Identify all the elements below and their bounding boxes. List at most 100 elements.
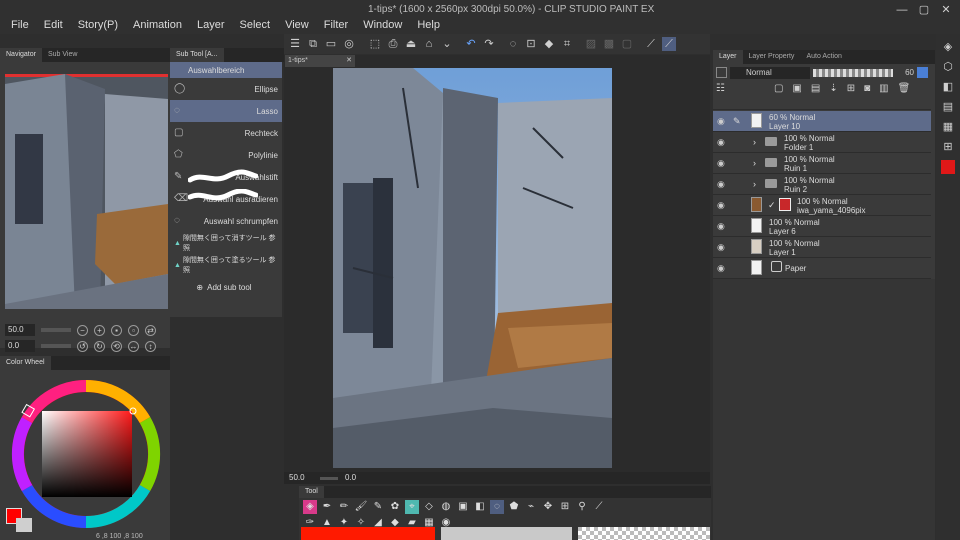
tab-layer[interactable]: Layer — [713, 50, 743, 64]
menu-select[interactable]: Select — [240, 19, 271, 31]
eye-icon[interactable]: ◉ — [717, 200, 725, 211]
eye-icon[interactable]: ◉ — [717, 116, 725, 127]
color-panel-icon[interactable] — [941, 160, 955, 174]
fit-view-icon[interactable]: ▫ — [128, 324, 139, 336]
fill-tool-icon[interactable]: ◍ — [439, 500, 453, 514]
properties-panel-icon[interactable]: ⊞ — [941, 140, 955, 154]
move-tool-icon[interactable]: ✥ — [541, 500, 555, 514]
tool-color-icon[interactable]: ◈ — [303, 500, 317, 514]
invert-selection-icon[interactable]: ⊡ — [524, 37, 538, 51]
pen-pressure-icon[interactable]: ⟋ — [644, 37, 658, 51]
document-tab[interactable]: 1-tips* ✕ — [285, 55, 355, 67]
check-icon[interactable]: ✓ — [768, 200, 776, 211]
tab-navigator[interactable]: Navigator — [0, 48, 42, 62]
subtool-item-ellipse[interactable]: ◯ Ellipse — [170, 78, 282, 100]
eye-icon[interactable]: ◉ — [717, 263, 725, 274]
zoom-slider[interactable] — [41, 328, 71, 332]
layer-row[interactable]: ◉ › 100 % Normal Ruin 2 — [713, 174, 931, 195]
open-icon[interactable]: ▭ — [324, 37, 338, 51]
chevron-right-icon[interactable]: › — [753, 158, 756, 168]
airbrush-tool-icon[interactable]: ✎ — [371, 500, 385, 514]
zoom-value[interactable]: 50.0 — [5, 324, 35, 336]
menu-layer[interactable]: Layer — [197, 19, 225, 31]
main-color-bar[interactable] — [301, 527, 435, 540]
redo-icon[interactable]: ↷ — [482, 37, 496, 51]
operation-tool-icon[interactable]: ⊞ — [558, 500, 572, 514]
pencil-tool-icon[interactable]: ✏ — [337, 500, 351, 514]
blend-tool-icon[interactable]: ◧ — [473, 500, 487, 514]
opacity-value[interactable]: 60 — [896, 68, 914, 77]
save-icon[interactable]: ◎ — [342, 37, 356, 51]
subtool-item-gap-paint[interactable]: ▲ 隙間無く囲って塗るツール 参照 — [170, 254, 282, 276]
layer-row[interactable]: ◉ 100 % Normal Layer 1 — [713, 237, 931, 258]
snap-special-icon[interactable]: ▢ — [620, 37, 634, 51]
deselect-icon[interactable]: ◌ — [506, 37, 520, 51]
sub-color-bar[interactable] — [441, 527, 572, 540]
close-button[interactable]: ✕ — [940, 4, 952, 16]
undo-icon[interactable]: ↶ — [464, 37, 478, 51]
gradient-tool-icon[interactable]: ▣ — [456, 500, 470, 514]
menu-edit[interactable]: Edit — [44, 19, 63, 31]
reset-rotate-icon[interactable]: ⟲ — [111, 340, 122, 352]
tab-auto-action[interactable]: Auto Action — [800, 50, 847, 64]
snap-grid-icon[interactable]: ▩ — [602, 37, 616, 51]
maximize-button[interactable]: ▢ — [918, 4, 930, 16]
flip-icon[interactable]: ⇄ — [145, 324, 156, 336]
subtool-item-selection-eraser[interactable]: ⌫ Auswahl ausradieren — [170, 188, 282, 210]
zoom-in-icon[interactable]: + — [94, 324, 105, 336]
subtool-item-gap-erase[interactable]: ▲ 隙間無く囲って消すツール 参照 — [170, 232, 282, 254]
stabilizer-icon[interactable]: ⟋ — [662, 37, 676, 51]
menu-icon[interactable]: ☰ — [288, 37, 302, 51]
subtool-item-shrink-selection[interactable]: ◌ Auswahl schrumpfen — [170, 210, 282, 232]
brush-tool-icon[interactable]: 🖌 — [354, 500, 368, 514]
tab-subtool[interactable]: Sub Tool [A... — [170, 48, 224, 62]
eye-icon[interactable]: ◉ — [717, 137, 725, 148]
sub-color-swatch[interactable] — [16, 518, 32, 532]
opacity-slider[interactable] — [813, 68, 893, 77]
actual-size-icon[interactable]: ▪ — [111, 324, 122, 336]
history-panel-icon[interactable]: ◧ — [941, 80, 955, 94]
blend-mode-select[interactable]: Normal — [730, 66, 810, 79]
subtool-item-lasso[interactable]: ◌ Lasso — [170, 100, 282, 122]
zoom-out-icon[interactable]: − — [77, 324, 88, 336]
layer-row[interactable]: ◉ › 100 % Normal Ruin 1 — [713, 153, 931, 174]
menu-story[interactable]: Story(P) — [78, 19, 118, 31]
close-tab-icon[interactable]: ✕ — [346, 55, 352, 67]
add-subtool-button[interactable]: ⊕ Add sub tool — [170, 276, 282, 298]
print-icon[interactable]: ⏏ — [404, 37, 418, 51]
chevron-down-icon[interactable]: ⌄ — [440, 37, 454, 51]
canvas-rotate-value[interactable]: 0.0 — [342, 472, 372, 484]
decoration-tool-icon[interactable]: ✿ — [388, 500, 402, 514]
artwork-canvas[interactable] — [333, 68, 612, 468]
menu-window[interactable]: Window — [363, 19, 402, 31]
pen-tool-icon[interactable]: ✒ — [320, 500, 334, 514]
chevron-right-icon[interactable]: › — [753, 137, 756, 147]
timeline-panel-icon[interactable]: ▤ — [941, 100, 955, 114]
color-wheel[interactable] — [6, 378, 168, 530]
rotate-value[interactable]: 0.0 — [5, 340, 35, 352]
menu-animation[interactable]: Animation — [133, 19, 182, 31]
text-tool-icon[interactable]: ⌁ — [524, 500, 538, 514]
eye-icon[interactable]: ◉ — [717, 158, 725, 169]
minimize-button[interactable]: — — [896, 4, 908, 16]
menu-help[interactable]: Help — [417, 19, 440, 31]
layer-row[interactable]: ◉ ✓ 100 % Normal iwa_yama_4096pix — [713, 195, 931, 216]
layer-row[interactable]: ◉ › 100 % Normal Folder 1 — [713, 132, 931, 153]
flip-horizontal-icon[interactable]: ↔ — [128, 340, 139, 352]
eyedropper-tool-icon[interactable]: ⚲ — [575, 500, 589, 514]
search-panel-icon[interactable]: ▦ — [941, 120, 955, 134]
layer-row[interactable]: ◉ Paper — [713, 258, 931, 279]
eye-icon[interactable]: ◉ — [717, 221, 725, 232]
layer-row[interactable]: ◉ ✎ 60 % Normal Layer 10 — [713, 111, 931, 132]
subtool-item-rectangle[interactable]: ▢ Rechteck — [170, 122, 282, 144]
eye-icon[interactable]: ◉ — [717, 179, 725, 190]
snap-ruler-icon[interactable]: ▨ — [584, 37, 598, 51]
ruler-tool-icon[interactable]: ⟋ — [592, 500, 606, 514]
layer-option-icon[interactable] — [917, 67, 928, 78]
subtool-item-selection-pen[interactable]: ✎ Auswahlstift — [170, 166, 282, 188]
subtool-item-polyline[interactable]: ⬠ Polylinie — [170, 144, 282, 166]
layer-panel-icon[interactable]: ◈ — [941, 40, 955, 54]
tab-tool[interactable]: Tool — [299, 486, 324, 498]
canvas-zoom-slider[interactable] — [320, 476, 338, 480]
figure-tool-icon[interactable]: ⬟ — [507, 500, 521, 514]
